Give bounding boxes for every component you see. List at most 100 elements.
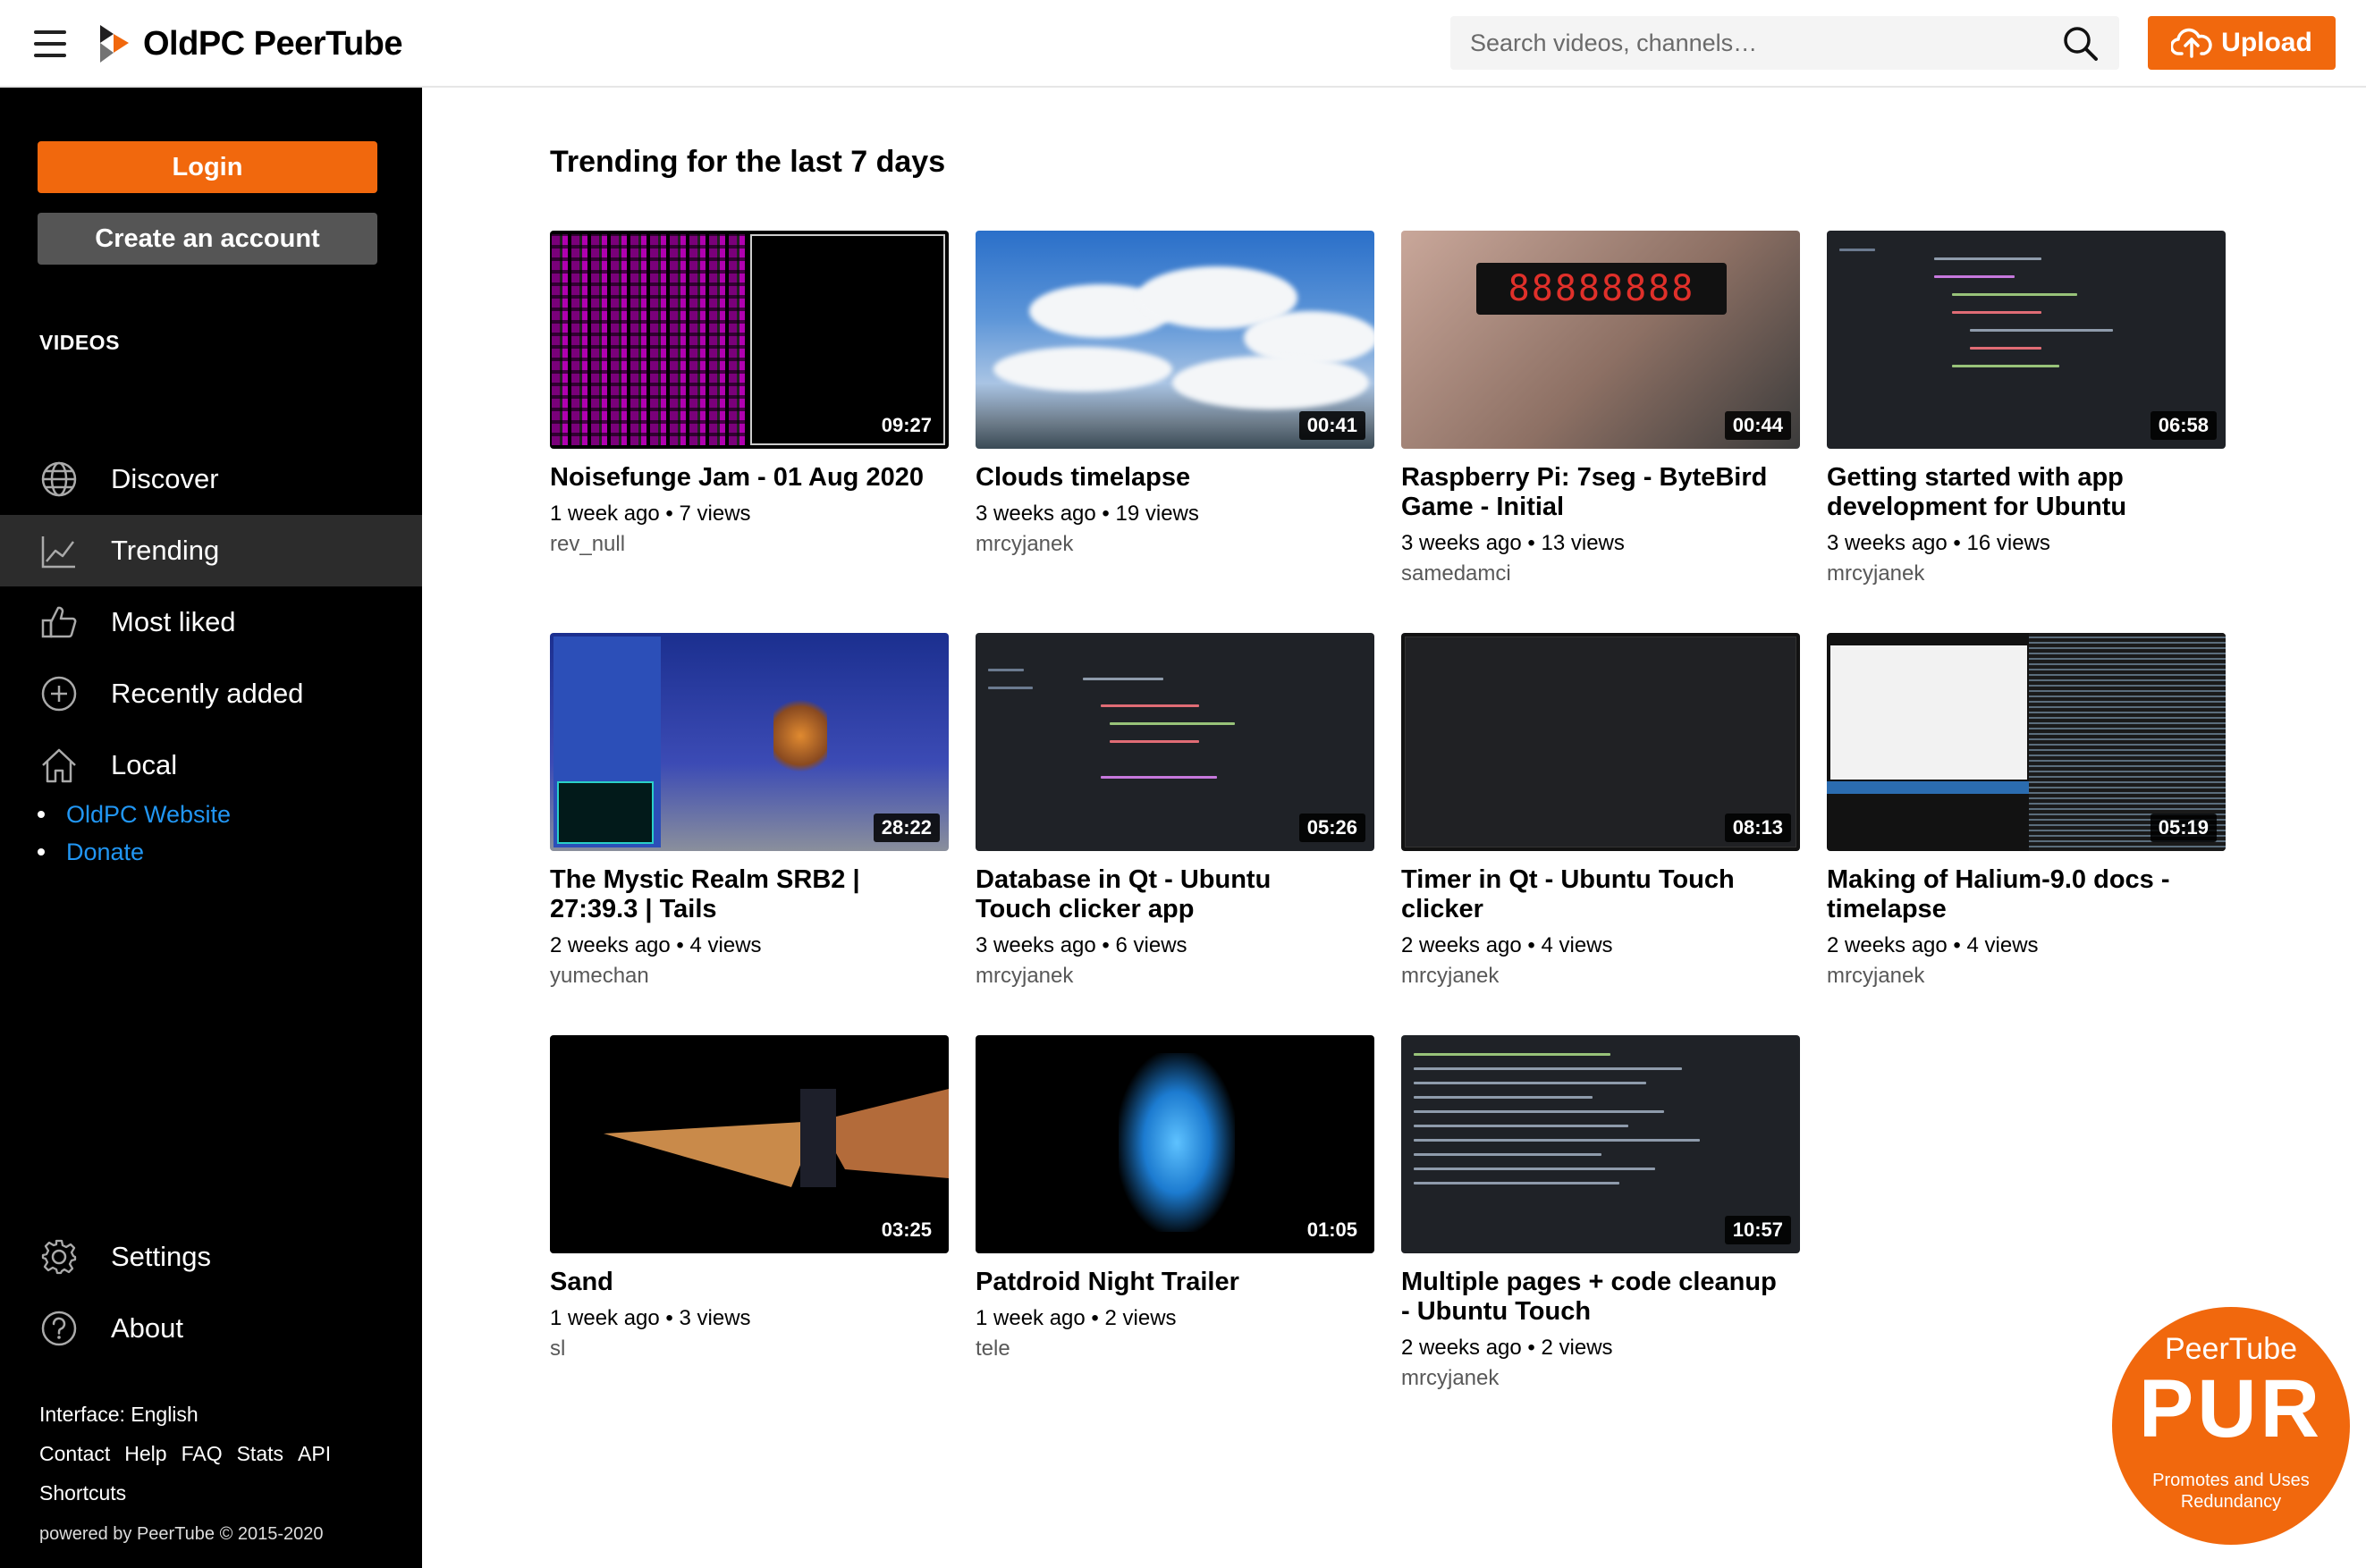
video-meta: 1 week ago • 2 views (976, 1306, 1177, 1330)
site-name: OldPC PeerTube (143, 24, 403, 63)
top-header: OldPC PeerTube Upload (0, 0, 2366, 88)
video-channel[interactable]: sl (550, 1336, 949, 1361)
video-thumbnail[interactable]: 88888888 00:44 (1401, 231, 1800, 449)
video-channel[interactable]: rev_null (550, 532, 949, 557)
video-channel[interactable]: mrcyjanek (1401, 964, 1800, 989)
search-input[interactable] (1450, 16, 2041, 70)
video-duration: 09:27 (873, 411, 940, 440)
video-card: 08:13 Timer in Qt - Ubuntu Touch clicker… (1401, 633, 1800, 989)
donate-link[interactable]: Donate (38, 833, 231, 871)
video-meta: 2 weeks ago • 4 views (1827, 933, 2039, 957)
video-title[interactable]: Patdroid Night Trailer (976, 1268, 1351, 1297)
video-card: 03:25 Sand 1 week ago • 3 views sl (550, 1035, 949, 1361)
video-title[interactable]: Timer in Qt - Ubuntu Touch clicker (1401, 865, 1777, 924)
video-meta: 2 weeks ago • 2 views (1401, 1336, 1613, 1360)
trending-icon (41, 536, 75, 569)
badge-small-text: Promotes and Uses Redundancy (2152, 1471, 2310, 1512)
video-title[interactable]: Sand (550, 1268, 925, 1297)
video-card: 28:22 The Mystic Realm SRB2 | 27:39.3 | … (550, 633, 949, 989)
video-card: 01:05 Patdroid Night Trailer 1 week ago … (976, 1035, 1374, 1361)
video-thumbnail[interactable]: 05:19 (1827, 633, 2226, 851)
peertube-logo-icon (100, 25, 129, 63)
create-account-button[interactable]: Create an account (38, 213, 377, 265)
video-channel[interactable]: mrcyjanek (976, 964, 1374, 989)
sidebar-item-about[interactable]: About (0, 1293, 422, 1364)
help-link[interactable]: Help (124, 1442, 166, 1466)
video-channel[interactable]: mrcyjanek (1827, 561, 2226, 586)
site-logo[interactable]: OldPC PeerTube (98, 20, 403, 68)
video-duration: 03:25 (873, 1216, 940, 1244)
video-title[interactable]: Getting started with app development for… (1827, 463, 2202, 522)
search-icon[interactable] (2062, 25, 2100, 63)
hamburger-menu-icon[interactable] (30, 27, 70, 61)
video-card: 88888888 00:44 Raspberry Pi: 7seg - Byte… (1401, 231, 1800, 586)
videos-section-heading: VIDEOS (39, 331, 120, 354)
video-thumbnail[interactable]: 05:26 (976, 633, 1374, 851)
peertube-pur-badge[interactable]: PeerTube PUR Promotes and Uses Redundanc… (2112, 1307, 2350, 1545)
video-thumbnail[interactable]: 10:57 (1401, 1035, 1800, 1253)
sidebar-item-recently-added[interactable]: Recently added (0, 658, 422, 729)
video-thumbnail[interactable]: 01:05 (976, 1035, 1374, 1253)
video-thumbnail[interactable]: 03:25 (550, 1035, 949, 1253)
stats-link[interactable]: Stats (237, 1442, 283, 1466)
sidebar-item-most-liked[interactable]: Most liked (0, 586, 422, 658)
faq-link[interactable]: FAQ (182, 1442, 223, 1466)
interface-language[interactable]: Interface: English (39, 1395, 345, 1434)
thumbs-up-icon (41, 606, 77, 638)
login-button[interactable]: Login (38, 141, 377, 193)
bullet (38, 811, 45, 818)
video-title[interactable]: Database in Qt - Ubuntu Touch clicker ap… (976, 865, 1351, 924)
video-thumbnail[interactable]: 00:41 (976, 231, 1374, 449)
video-title[interactable]: Multiple pages + code cleanup - Ubuntu T… (1401, 1268, 1777, 1327)
powered-by[interactable]: powered by PeerTube © 2015-2020 (39, 1514, 345, 1554)
sidebar-links: OldPC Website Donate (38, 796, 231, 871)
sidebar-item-label: About (111, 1312, 184, 1344)
video-channel[interactable]: tele (976, 1336, 1374, 1361)
plus-circle-icon (41, 676, 77, 712)
sidebar-item-local[interactable]: Local (0, 729, 422, 801)
video-duration: 00:44 (1724, 411, 1791, 440)
sidebar-item-discover[interactable]: Discover (0, 443, 422, 515)
video-title[interactable]: Making of Halium-9.0 docs - timelapse (1827, 865, 2202, 924)
sidebar-item-settings[interactable]: Settings (0, 1221, 422, 1293)
sidebar-item-label: Trending (111, 535, 220, 566)
video-title[interactable]: The Mystic Realm SRB2 | 27:39.3 | Tails (550, 865, 925, 924)
video-thumbnail[interactable]: 06:58 (1827, 231, 2226, 449)
video-title[interactable]: Noisefunge Jam - 01 Aug 2020 (550, 463, 925, 493)
search-box (1450, 16, 2119, 70)
home-icon (42, 748, 76, 783)
video-duration: 08:13 (1724, 814, 1791, 842)
video-channel[interactable]: mrcyjanek (1827, 964, 2226, 989)
video-channel[interactable]: samedamci (1401, 561, 1800, 586)
upload-button[interactable]: Upload (2148, 16, 2336, 70)
video-duration: 05:19 (2150, 814, 2217, 842)
sidebar-item-label: Recently added (111, 678, 304, 709)
video-thumbnail[interactable]: 09:27 (550, 231, 949, 449)
video-channel[interactable]: mrcyjanek (1401, 1366, 1800, 1391)
video-channel[interactable]: yumechan (550, 964, 949, 989)
video-thumbnail[interactable]: 28:22 (550, 633, 949, 851)
oldpc-website-link[interactable]: OldPC Website (38, 796, 231, 833)
video-card: 05:19 Making of Halium-9.0 docs - timela… (1827, 633, 2226, 989)
video-duration: 05:26 (1298, 814, 1365, 842)
upload-label: Upload (2221, 28, 2312, 57)
sidebar-item-label: Discover (111, 463, 219, 494)
video-channel[interactable]: mrcyjanek (976, 532, 1374, 557)
video-meta: 3 weeks ago • 6 views (976, 933, 1187, 957)
api-link[interactable]: API (298, 1442, 331, 1466)
contact-link[interactable]: Contact (39, 1442, 110, 1466)
video-meta: 3 weeks ago • 13 views (1401, 531, 1625, 555)
sidebar-item-label: Local (111, 749, 178, 780)
video-title[interactable]: Raspberry Pi: 7seg - ByteBird Game - Ini… (1401, 463, 1777, 522)
video-duration: 01:05 (1298, 1216, 1365, 1244)
video-meta: 2 weeks ago • 4 views (550, 933, 762, 957)
video-meta: 3 weeks ago • 19 views (976, 502, 1199, 526)
cloud-upload-icon (2171, 28, 2212, 58)
shortcuts-link[interactable]: Shortcuts (39, 1473, 345, 1513)
sidebar-item-label: Most liked (111, 606, 236, 637)
video-thumbnail[interactable]: 08:13 (1401, 633, 1800, 851)
video-title[interactable]: Clouds timelapse (976, 463, 1351, 493)
sidebar-item-trending[interactable]: Trending (0, 515, 422, 586)
video-duration: 06:58 (2150, 411, 2217, 440)
sidebar-footer: Interface: English Contact Help FAQ Stat… (39, 1395, 345, 1554)
